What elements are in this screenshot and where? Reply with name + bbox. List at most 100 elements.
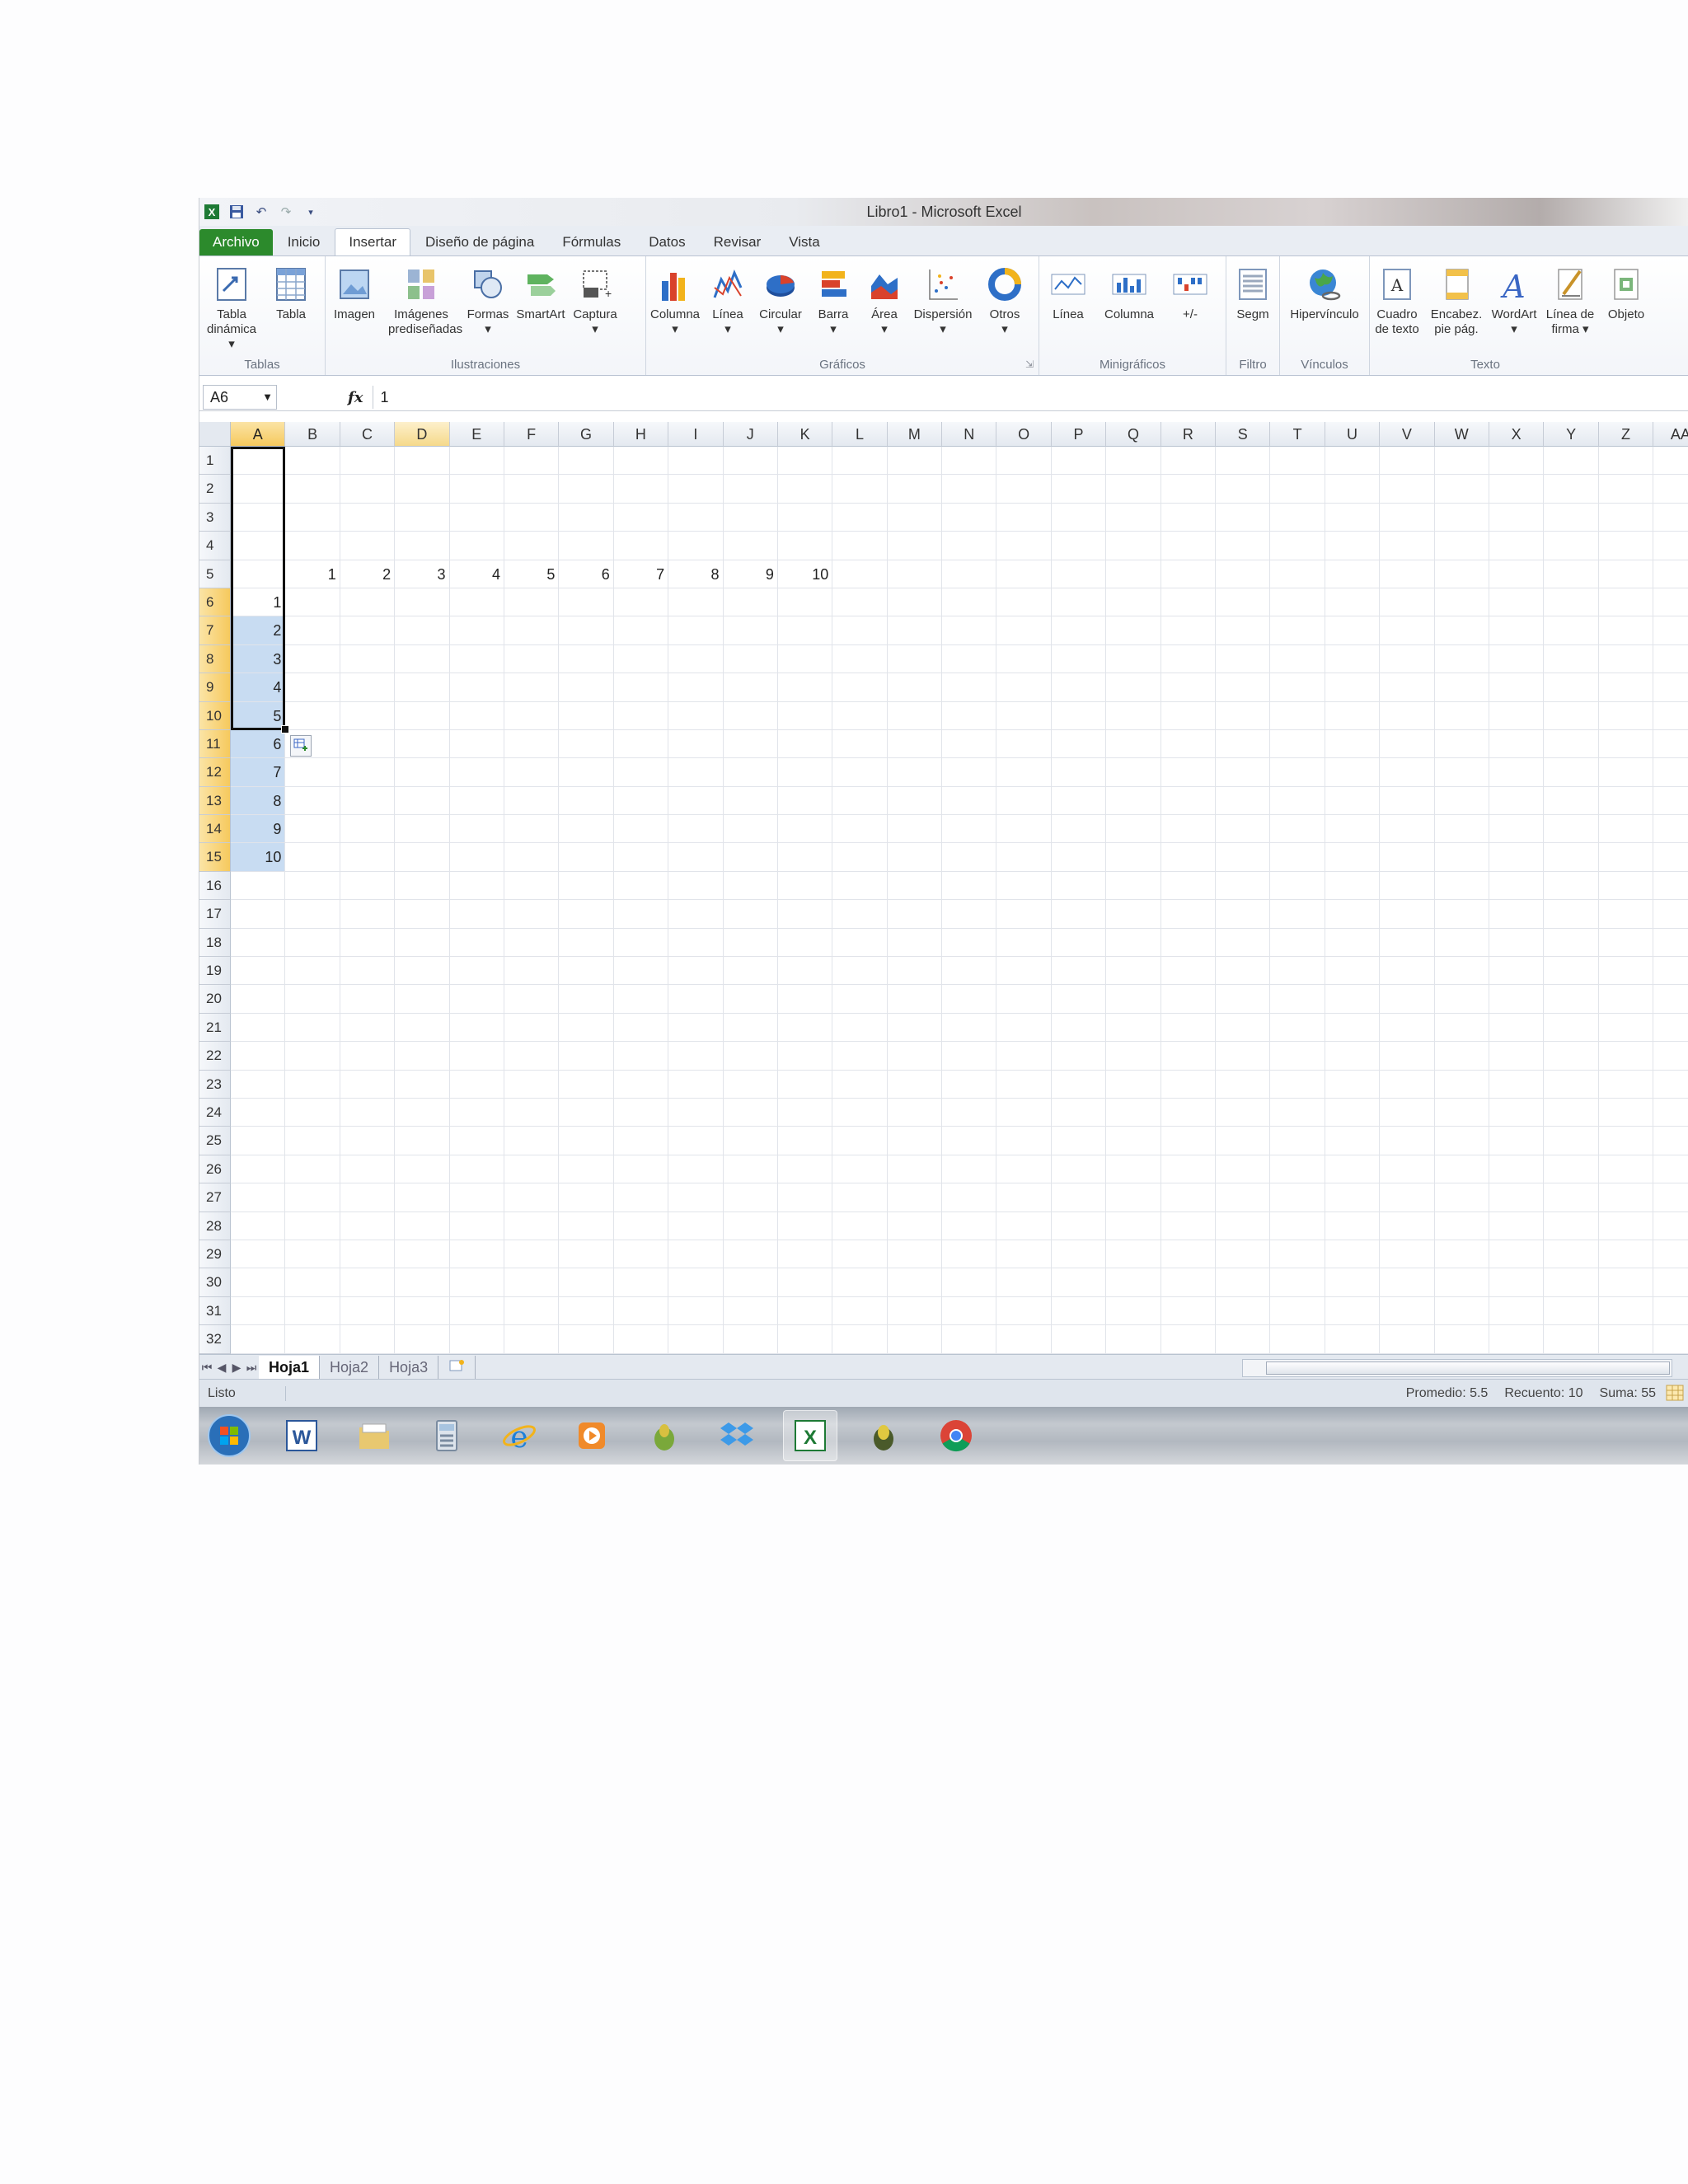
cell-y22[interactable] bbox=[1544, 1042, 1599, 1071]
cell-aa5[interactable] bbox=[1653, 560, 1688, 588]
cell-f2[interactable] bbox=[504, 475, 560, 504]
cell-d7[interactable] bbox=[395, 616, 450, 645]
cell-n8[interactable] bbox=[942, 644, 997, 674]
cell-y26[interactable] bbox=[1544, 1155, 1599, 1184]
cell-y32[interactable] bbox=[1544, 1325, 1599, 1354]
cell-m17[interactable] bbox=[887, 900, 943, 929]
cell-e29[interactable] bbox=[449, 1240, 504, 1269]
cell-e21[interactable] bbox=[449, 1013, 504, 1043]
cell-n10[interactable] bbox=[942, 701, 997, 730]
cell-r10[interactable] bbox=[1160, 701, 1217, 730]
row-header[interactable]: 9 bbox=[199, 673, 231, 702]
cell-l3[interactable] bbox=[832, 503, 888, 532]
cell-z16[interactable] bbox=[1598, 871, 1654, 901]
cell-y23[interactable] bbox=[1544, 1070, 1599, 1099]
cell-f5[interactable]: 5 bbox=[504, 560, 560, 588]
cell-j7[interactable] bbox=[723, 616, 778, 645]
cell-h32[interactable] bbox=[613, 1325, 669, 1354]
cell-u23[interactable] bbox=[1325, 1070, 1381, 1099]
cell-r11[interactable] bbox=[1160, 729, 1217, 759]
cell-u6[interactable] bbox=[1325, 588, 1381, 617]
cell-c28[interactable] bbox=[340, 1212, 396, 1240]
cell-i19[interactable] bbox=[668, 957, 724, 986]
cell-g30[interactable] bbox=[559, 1268, 614, 1297]
cell-o16[interactable] bbox=[996, 871, 1052, 901]
cell-p21[interactable] bbox=[1051, 1013, 1107, 1043]
cell-d18[interactable] bbox=[395, 928, 450, 958]
cell-s4[interactable] bbox=[1216, 532, 1271, 560]
cell-f16[interactable] bbox=[504, 871, 560, 901]
cell-u2[interactable] bbox=[1325, 475, 1381, 504]
cell-r7[interactable] bbox=[1160, 616, 1217, 645]
cell-v29[interactable] bbox=[1380, 1240, 1435, 1269]
line-chart-button[interactable]: Línea ▾ bbox=[702, 261, 753, 337]
cell-f18[interactable] bbox=[504, 928, 560, 958]
cell-f8[interactable] bbox=[504, 644, 560, 674]
cell-j4[interactable] bbox=[723, 532, 778, 560]
cell-d1[interactable] bbox=[395, 447, 450, 476]
cell-e6[interactable] bbox=[449, 588, 504, 617]
cell-o13[interactable] bbox=[996, 786, 1052, 816]
cell-q16[interactable] bbox=[1106, 871, 1161, 901]
cell-v6[interactable] bbox=[1380, 588, 1435, 617]
insert-sheet-icon[interactable] bbox=[438, 1356, 476, 1379]
cell-s1[interactable] bbox=[1216, 447, 1271, 476]
cell-r17[interactable] bbox=[1160, 900, 1217, 929]
cell-j2[interactable] bbox=[723, 475, 778, 504]
cell-o29[interactable] bbox=[996, 1240, 1052, 1269]
cell-x10[interactable] bbox=[1489, 701, 1545, 730]
cell-n31[interactable] bbox=[942, 1296, 997, 1326]
cell-o24[interactable] bbox=[996, 1098, 1052, 1127]
cell-m6[interactable] bbox=[887, 588, 943, 617]
cell-u18[interactable] bbox=[1325, 928, 1381, 958]
cell-m25[interactable] bbox=[887, 1127, 943, 1155]
cell-k27[interactable] bbox=[777, 1183, 833, 1212]
cell-e31[interactable] bbox=[449, 1296, 504, 1326]
cell-t15[interactable] bbox=[1270, 843, 1325, 872]
cell-r24[interactable] bbox=[1160, 1098, 1217, 1127]
cell-v14[interactable] bbox=[1380, 815, 1435, 844]
scatter-chart-button[interactable]: Dispersión ▾ bbox=[912, 261, 974, 337]
cell-v3[interactable] bbox=[1380, 503, 1435, 532]
cell-d13[interactable] bbox=[395, 786, 450, 816]
cell-a18[interactable] bbox=[231, 928, 286, 958]
cell-h2[interactable] bbox=[613, 475, 669, 504]
cell-a26[interactable] bbox=[231, 1155, 286, 1184]
cell-s3[interactable] bbox=[1216, 503, 1271, 532]
cell-l23[interactable] bbox=[832, 1070, 888, 1099]
cell-r27[interactable] bbox=[1160, 1183, 1217, 1212]
cell-y19[interactable] bbox=[1544, 957, 1599, 986]
cell-i3[interactable] bbox=[668, 503, 724, 532]
column-header-j[interactable]: J bbox=[723, 422, 778, 447]
cell-aa23[interactable] bbox=[1653, 1071, 1688, 1099]
cell-f29[interactable] bbox=[504, 1240, 560, 1269]
cell-g16[interactable] bbox=[559, 871, 614, 901]
cell-v21[interactable] bbox=[1380, 1013, 1435, 1043]
cell-s29[interactable] bbox=[1216, 1240, 1271, 1269]
tab-archivo[interactable]: Archivo bbox=[199, 229, 273, 255]
cell-s26[interactable] bbox=[1216, 1155, 1271, 1184]
cell-z3[interactable] bbox=[1598, 503, 1654, 532]
cell-o30[interactable] bbox=[996, 1268, 1052, 1297]
cell-t19[interactable] bbox=[1270, 957, 1325, 986]
cell-o18[interactable] bbox=[996, 928, 1052, 958]
cell-aa26[interactable] bbox=[1653, 1155, 1688, 1184]
table-button[interactable]: Tabla bbox=[265, 261, 316, 322]
cell-m18[interactable] bbox=[887, 928, 943, 958]
cell-q27[interactable] bbox=[1106, 1183, 1161, 1212]
cell-h22[interactable] bbox=[613, 1042, 669, 1071]
cell-h15[interactable] bbox=[613, 843, 669, 872]
cell-u26[interactable] bbox=[1325, 1155, 1381, 1184]
cell-j9[interactable] bbox=[723, 673, 778, 702]
cell-b5[interactable]: 1 bbox=[285, 560, 340, 588]
cell-g17[interactable] bbox=[559, 900, 614, 929]
cell-c27[interactable] bbox=[340, 1183, 396, 1212]
cell-d3[interactable] bbox=[395, 503, 450, 532]
pie-chart-button[interactable]: Circular ▾ bbox=[755, 261, 806, 337]
cell-r21[interactable] bbox=[1160, 1013, 1217, 1043]
cell-c23[interactable] bbox=[340, 1070, 396, 1099]
cell-i22[interactable] bbox=[668, 1042, 724, 1071]
cell-r20[interactable] bbox=[1160, 985, 1217, 1014]
autofill-options-icon[interactable] bbox=[290, 735, 312, 757]
cell-o20[interactable] bbox=[996, 985, 1052, 1014]
